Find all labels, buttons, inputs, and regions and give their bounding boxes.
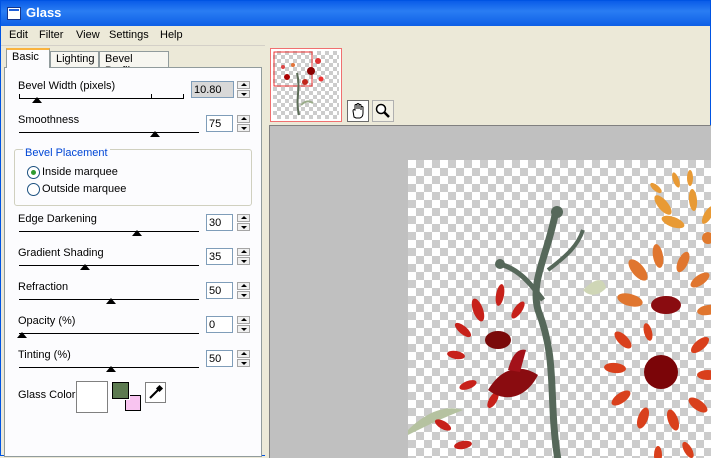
edge-darkening-label: Edge Darkening [18, 213, 97, 225]
refraction-slider-thumb[interactable] [106, 298, 116, 304]
bevel-width-track[interactable] [19, 98, 184, 99]
outside-marquee-radio[interactable] [27, 183, 40, 196]
edge-darkening-track[interactable] [19, 231, 199, 232]
foreground-color-swatch[interactable] [111, 381, 130, 400]
refraction-input[interactable]: 50 [206, 282, 233, 299]
edge-darkening-input[interactable]: 30 [206, 214, 233, 231]
inside-marquee-radio[interactable] [27, 166, 40, 179]
navigator-thumbnail[interactable] [270, 48, 342, 122]
tinting-label: Tinting (%) [18, 349, 71, 361]
menu-settings[interactable]: Settings [109, 29, 149, 41]
refraction-label: Refraction [18, 281, 69, 293]
tick-mark [19, 94, 20, 98]
opacity-input[interactable]: 0 [206, 316, 233, 333]
refraction-spinner[interactable] [237, 282, 250, 299]
smoothness-track[interactable] [19, 132, 199, 133]
tab-lighting[interactable]: Lighting [50, 51, 99, 67]
gradient-shading-track[interactable] [19, 265, 199, 266]
bevel-width-label: Bevel Width (pixels) [18, 80, 116, 92]
edge-darkening-spinner[interactable] [237, 214, 250, 231]
zoom-icon [375, 103, 390, 118]
zoom-tool-button[interactable] [372, 100, 394, 122]
gradient-shading-input[interactable]: 35 [206, 248, 233, 265]
inside-marquee-label[interactable]: Inside marquee [42, 166, 118, 178]
edge-darkening-slider-thumb[interactable] [132, 230, 142, 236]
tab-basic[interactable]: Basic [6, 48, 50, 68]
smoothness-slider-thumb[interactable] [150, 131, 160, 137]
flower-preview-image [408, 170, 711, 458]
menu-help[interactable]: Help [160, 29, 183, 41]
preview-canvas[interactable] [269, 125, 711, 458]
menu-edit[interactable]: Edit [9, 29, 28, 41]
glass-color-swatch[interactable] [76, 381, 108, 413]
bevel-placement-label: Bevel Placement [23, 147, 110, 159]
hand-icon [352, 103, 364, 119]
opacity-track[interactable] [19, 333, 199, 334]
opacity-slider-thumb[interactable] [17, 332, 27, 338]
tinting-input[interactable]: 50 [206, 350, 233, 367]
gradient-shading-spinner[interactable] [237, 248, 250, 265]
smoothness-label: Smoothness [18, 114, 80, 126]
opacity-label: Opacity (%) [18, 315, 76, 327]
bevel-width-slider-thumb[interactable] [32, 97, 42, 103]
gradient-shading-label: Gradient Shading [18, 247, 104, 259]
menu-view[interactable]: View [76, 29, 100, 41]
smoothness-input[interactable]: 75 [206, 115, 233, 132]
window-title: Glass [26, 5, 62, 20]
tab-bevel-profile[interactable]: Bevel Profile [99, 51, 169, 77]
title-bar[interactable]: Glass [1, 1, 710, 26]
eyedropper-button[interactable] [145, 382, 166, 403]
smoothness-spinner[interactable] [237, 115, 250, 132]
glass-dialog: Glass Edit Filter View Settings Help Bas… [0, 0, 711, 458]
tick-mark [183, 94, 184, 98]
outside-marquee-label[interactable]: Outside marquee [42, 183, 126, 195]
bevel-width-spinner[interactable] [237, 81, 250, 98]
thumbnail-flower-image [273, 51, 324, 116]
hand-tool-button[interactable] [347, 100, 369, 122]
eyedropper-icon [149, 384, 164, 399]
bevel-width-input[interactable]: 10.80 [191, 81, 234, 98]
menu-filter[interactable]: Filter [39, 29, 63, 41]
glass-color-label: Glass Color [18, 389, 76, 401]
opacity-spinner[interactable] [237, 316, 250, 333]
tinting-spinner[interactable] [237, 350, 250, 367]
window-icon [7, 7, 21, 20]
menu-bar: Edit Filter View Settings Help [1, 26, 710, 46]
tick-mark [151, 94, 152, 98]
gradient-shading-slider-thumb[interactable] [80, 264, 90, 270]
tinting-slider-thumb[interactable] [106, 366, 116, 372]
